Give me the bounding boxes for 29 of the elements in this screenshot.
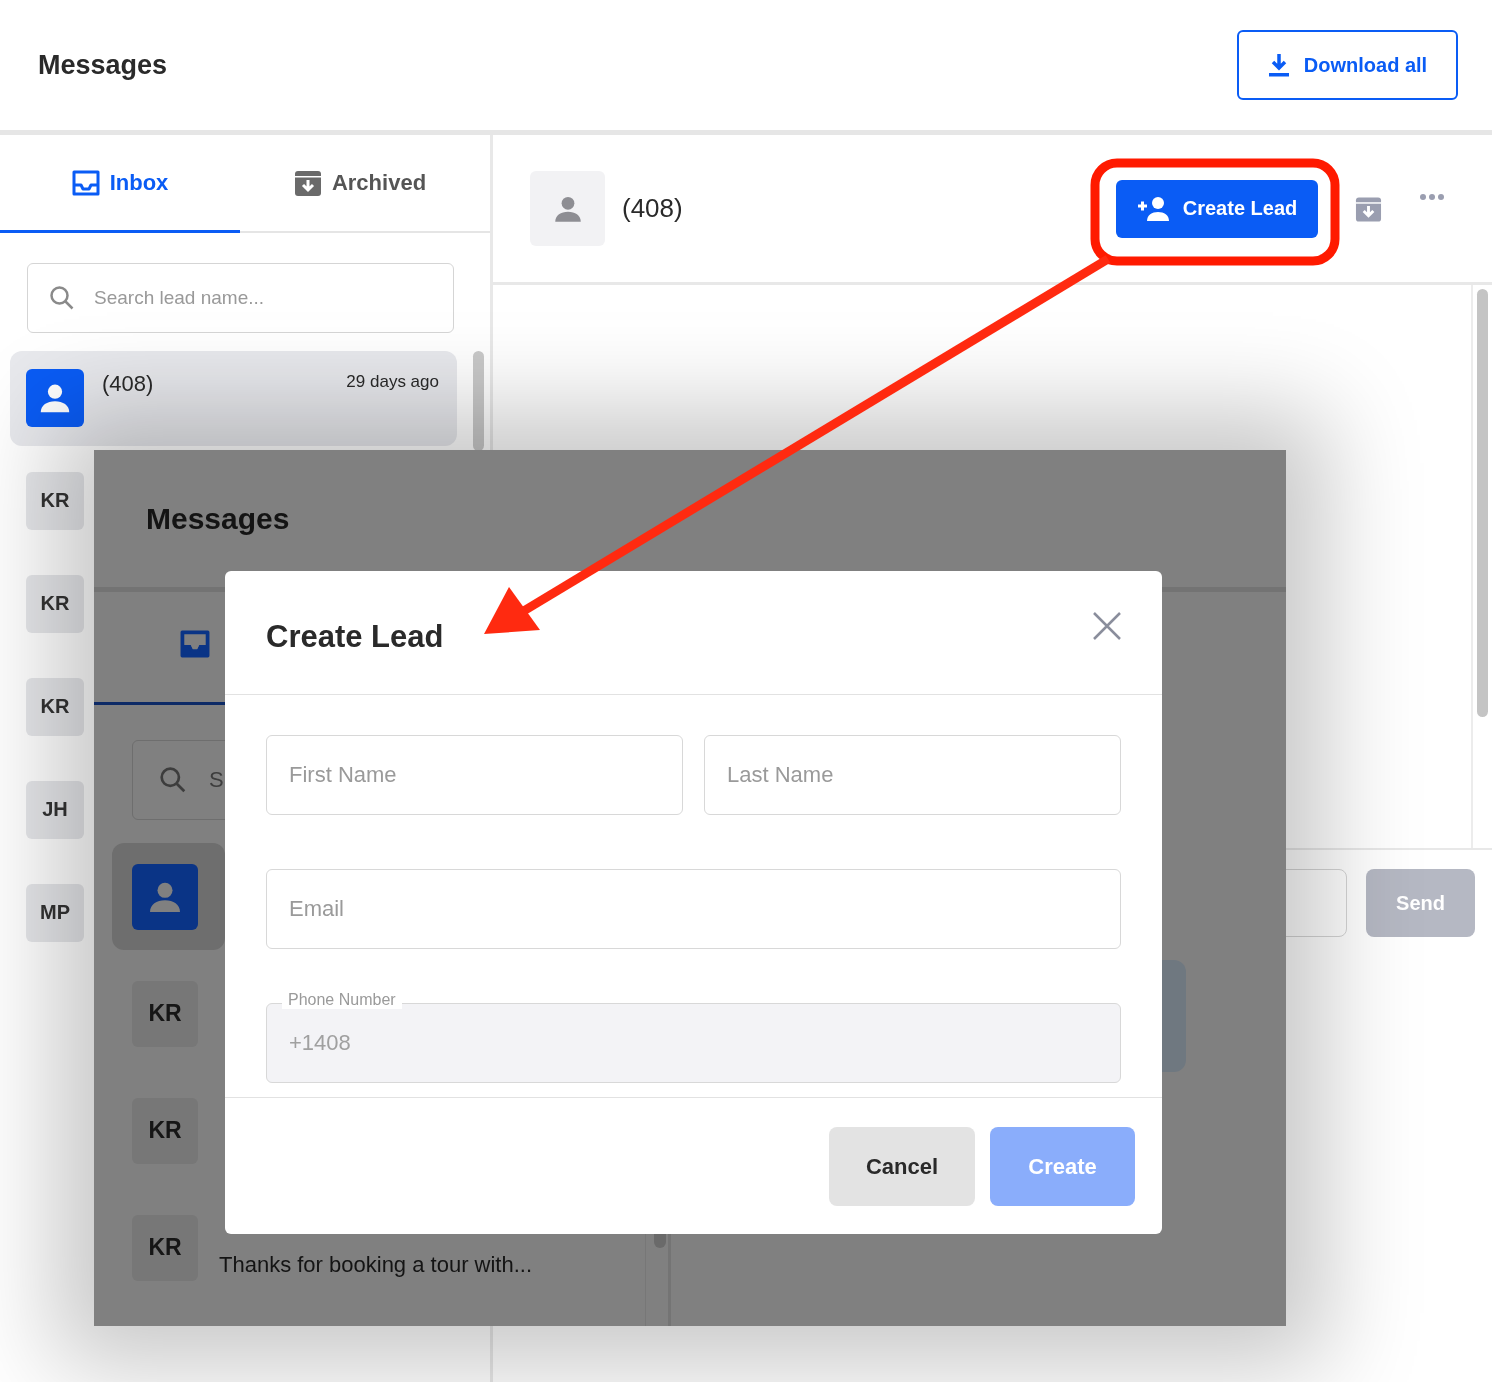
conversation-item[interactable]: KR <box>112 1077 225 1184</box>
initials-avatar: KR <box>132 980 198 1047</box>
contact-name: (408) <box>622 193 683 224</box>
input-field[interactable]: Last Name <box>704 735 1121 815</box>
input-field[interactable]: First Name <box>266 735 683 815</box>
conversation-item[interactable]: (408) 29 days ago <box>10 351 457 446</box>
initials-avatar[interactable]: KR <box>26 471 84 530</box>
create-lead-button[interactable]: Create Lead <box>1116 179 1318 238</box>
tab[interactable]: Archived <box>240 135 480 233</box>
field-label: Phone Number <box>282 991 402 1009</box>
initials-avatar[interactable]: MP <box>26 883 84 942</box>
dialog-title: Create Lead <box>266 618 444 655</box>
initials-avatar[interactable]: KR <box>26 677 84 736</box>
timestamp: 29 days ago <box>346 372 439 392</box>
search-field[interactable]: Search lead name... <box>27 263 454 333</box>
download-all-button[interactable]: Download all <box>1237 30 1458 100</box>
search-placeholder: S <box>209 767 224 793</box>
tab[interactable]: Inbox <box>0 135 240 233</box>
conversation-item[interactable]: KR <box>112 960 225 1067</box>
input-field[interactable]: Email <box>266 869 1121 949</box>
initials-avatar[interactable]: KR <box>26 574 84 633</box>
initials-avatar[interactable]: JH <box>26 780 84 839</box>
contact-name: (408) <box>102 371 154 397</box>
page-title: Messages <box>38 49 168 81</box>
message-preview: Thanks for booking a tour with... <box>219 1252 533 1278</box>
cancel-button[interactable]: Cancel <box>829 1127 975 1206</box>
initials-avatar: KR <box>132 1214 198 1281</box>
initials-avatar: KR <box>132 1097 198 1164</box>
page-title: Messages <box>146 501 290 536</box>
